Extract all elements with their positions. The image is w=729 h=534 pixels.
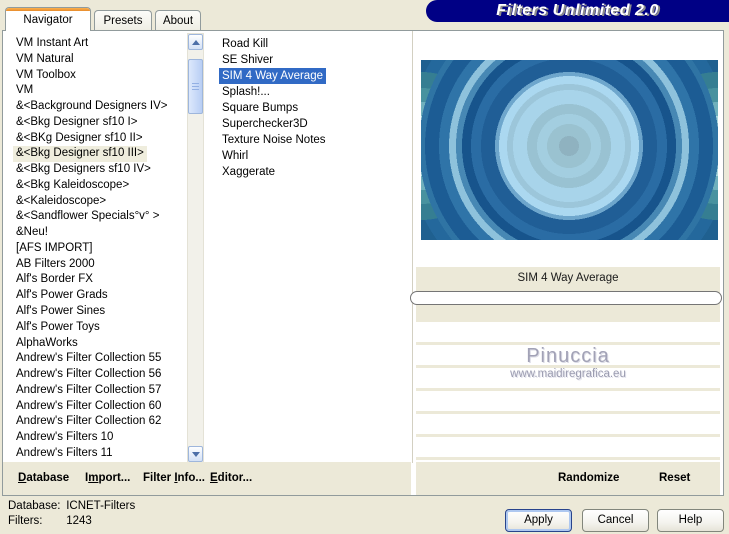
category-item[interactable]: Andrew's Filter Collection 57 (5, 383, 186, 399)
category-item[interactable]: &<Bkg Designers sf10 IV> (5, 162, 186, 178)
reset-button[interactable]: Reset (659, 462, 690, 495)
category-item[interactable]: Andrew's Filter Collection 60 (5, 399, 186, 415)
filters-unlimited-dialog: Filters Unlimited 2.0 Navigator Presets … (0, 0, 729, 534)
filter-info-button[interactable]: Filter Info... (143, 462, 205, 495)
category-item[interactable]: Andrew's Filter Collection 62 (5, 414, 186, 430)
controls-empty-rows (416, 322, 720, 462)
filter-item[interactable]: Splash!... (211, 84, 410, 100)
import-button[interactable]: Import... (85, 462, 130, 495)
filter-item[interactable]: Xaggerate (211, 164, 410, 180)
category-item[interactable]: AlphaWorks (5, 336, 186, 352)
category-item[interactable]: VM Natural (5, 52, 186, 68)
navigator-panel: VM Instant Art VM Natural VM Toolbox VM &<Ba… (2, 30, 724, 496)
preview-region: SIM 4 Way Average Pinuccia www.maidiregr… (410, 31, 723, 495)
category-item[interactable]: &<BKg Designer sf10 II> (5, 131, 186, 147)
category-item[interactable]: Alf's Power Toys (5, 320, 186, 336)
status-filters-row: Filters: 1243 (8, 514, 135, 529)
tab-navigator[interactable]: Navigator (5, 7, 91, 31)
tab-about[interactable]: About (155, 10, 201, 30)
filter-item[interactable]: Whirl (211, 148, 410, 164)
category-item[interactable]: &<Background Designers IV> (5, 99, 186, 115)
filters-label: Filters: (8, 515, 43, 527)
scroll-up-button[interactable] (188, 34, 203, 50)
filter-item[interactable]: Texture Noise Notes (211, 132, 410, 148)
cancel-button[interactable]: Cancel (582, 509, 649, 532)
status-area: Database: ICNET-Filters Filters: 1243 (8, 499, 135, 529)
scrollbar-thumb[interactable] (188, 59, 203, 114)
category-item[interactable]: AB Filters 2000 (5, 257, 186, 273)
filters-value: 1243 (66, 515, 92, 527)
category-scrollbar[interactable] (187, 33, 204, 463)
category-item[interactable]: VM Instant Art (5, 36, 186, 52)
database-label: Database: (8, 500, 61, 512)
editor-button[interactable]: Editor... (210, 462, 252, 495)
filter-item[interactable]: Road Kill (211, 36, 410, 52)
randomize-button[interactable]: Randomize (558, 462, 619, 495)
tab-navigator-label: Navigator (23, 14, 73, 26)
category-list[interactable]: VM Instant Art VM Natural VM Toolbox VM &<Ba… (5, 36, 186, 462)
title-banner-text: Filters Unlimited 2.0 (496, 2, 659, 19)
watermark-url: www.maidiregrafica.eu (510, 368, 626, 380)
category-item[interactable]: &<Kaleidoscope> (5, 194, 186, 210)
category-item[interactable]: VM (5, 83, 186, 99)
help-button[interactable]: Help (657, 509, 724, 532)
tab-about-label: About (162, 15, 194, 27)
database-toolbar: Database Import... Filter Info... Editor… (3, 462, 411, 495)
watermark-title: Pinuccia (526, 345, 610, 367)
category-item[interactable]: Andrew's Filters 11 (5, 446, 186, 462)
watermark: Pinuccia www.maidiregrafica.eu (413, 345, 723, 380)
filter-preview-image (421, 60, 718, 240)
filter-item[interactable]: SE Shiver (211, 52, 410, 68)
database-button[interactable]: Database (18, 462, 69, 495)
status-database-row: Database: ICNET-Filters (8, 499, 135, 514)
category-item[interactable]: Alf's Power Sines (5, 304, 186, 320)
tab-presets-label: Presets (103, 15, 143, 27)
category-item[interactable]: &<Bkg Kaleidoscope> (5, 178, 186, 194)
category-item[interactable]: Andrew's Filters 10 (5, 430, 186, 446)
randomize-band: Randomize Reset (416, 462, 720, 495)
filter-item[interactable]: Square Bumps (211, 100, 410, 116)
title-banner: Filters Unlimited 2.0 (422, 0, 729, 25)
selected-filter-name: SIM 4 Way Average (517, 272, 619, 284)
category-item[interactable]: &<Bkg Designer sf10 III> (5, 146, 186, 163)
category-item[interactable]: &<Bkg Designer sf10 I> (5, 115, 186, 131)
category-item[interactable]: Andrew's Filter Collection 56 (5, 367, 186, 383)
filter-item[interactable]: SIM 4 Way Average (211, 68, 410, 84)
category-item[interactable]: VM Toolbox (5, 68, 186, 84)
category-item[interactable]: &<Sandflower Specials°v° > (5, 209, 186, 225)
scroll-down-button[interactable] (188, 446, 203, 462)
tab-presets[interactable]: Presets (94, 10, 152, 30)
apply-button[interactable]: Apply (505, 509, 572, 532)
filter-item[interactable]: Superchecker3D (211, 116, 410, 132)
category-item[interactable]: Alf's Border FX (5, 272, 186, 288)
category-item[interactable]: Andrew's Filter Collection 55 (5, 351, 186, 367)
category-item[interactable]: [AFS IMPORT] (5, 241, 186, 257)
arrow-up-icon (192, 40, 200, 45)
filter-list[interactable]: Road Kill SE Shiver SIM 4 Way Average Splas… (211, 36, 410, 462)
parameter-slider[interactable] (410, 291, 722, 305)
category-item[interactable]: Alf's Power Grads (5, 288, 186, 304)
category-item[interactable]: &Neu! (5, 225, 186, 241)
control-band: SIM 4 Way Average (410, 267, 722, 322)
arrow-down-icon (192, 452, 200, 457)
database-value: ICNET-Filters (66, 500, 136, 512)
